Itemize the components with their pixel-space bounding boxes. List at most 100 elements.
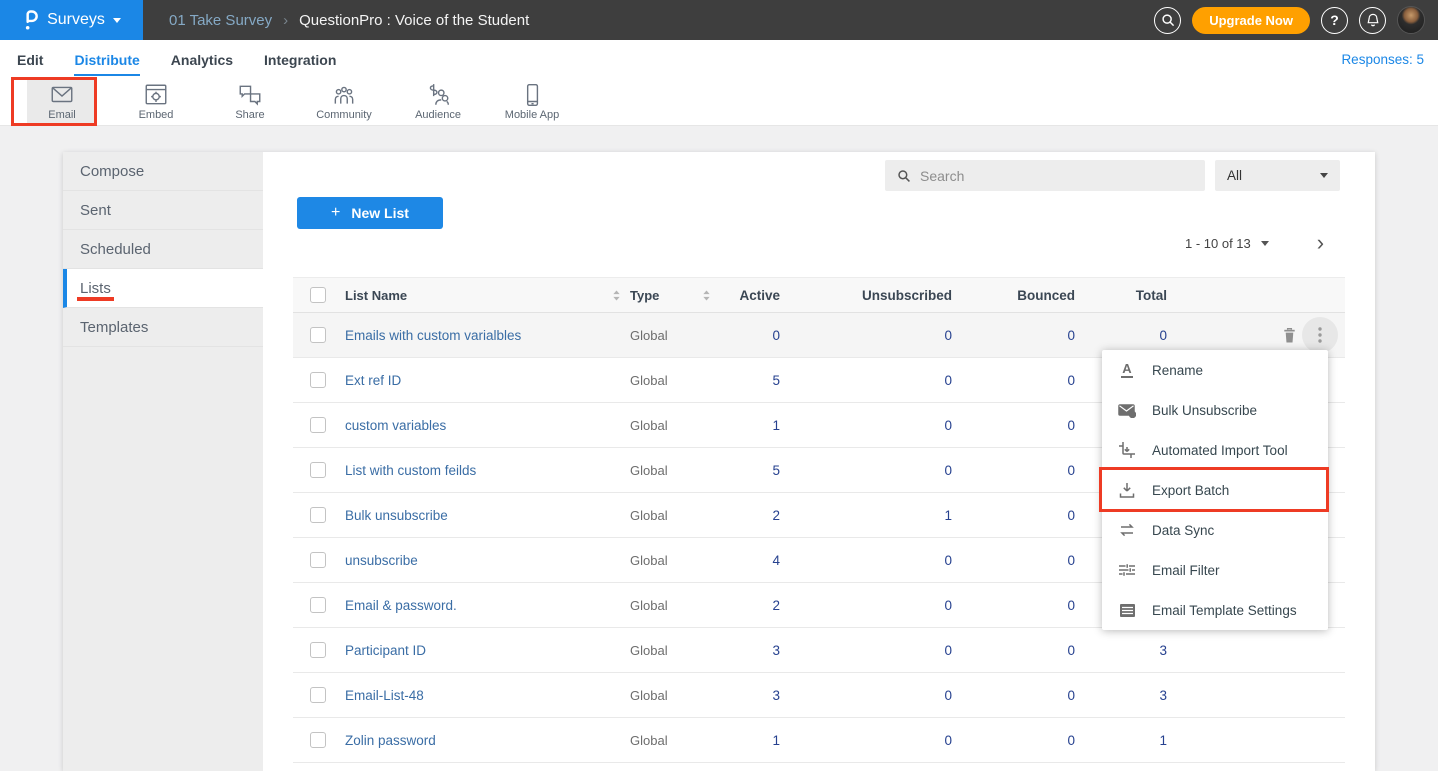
unsubscribed-count[interactable]: 0 <box>793 463 965 478</box>
sort-icon[interactable] <box>702 289 711 302</box>
tab-integration[interactable]: Integration <box>264 42 336 76</box>
pagination-dropdown-icon[interactable] <box>1261 241 1269 246</box>
list-name-link[interactable]: unsubscribe <box>345 553 630 568</box>
breadcrumb-survey-link[interactable]: 01 Take Survey <box>169 12 272 29</box>
column-header-type[interactable]: Type <box>630 288 659 303</box>
row-checkbox[interactable] <box>310 597 326 613</box>
row-checkbox[interactable] <box>310 642 326 658</box>
column-header-bounced[interactable]: Bounced <box>965 288 1088 303</box>
pagination-range[interactable]: 1 - 10 of 13 <box>1185 236 1251 251</box>
bounced-count[interactable]: 0 <box>965 688 1088 703</box>
bounced-count[interactable]: 0 <box>965 508 1088 523</box>
list-name-link[interactable]: Bulk unsubscribe <box>345 508 630 523</box>
column-header-active[interactable]: Active <box>720 288 793 303</box>
responses-count[interactable]: Responses: 5 <box>1341 52 1438 67</box>
active-count[interactable]: 1 <box>720 733 793 748</box>
active-count[interactable]: 2 <box>720 598 793 613</box>
total-count[interactable]: 3 <box>1088 643 1180 658</box>
unsubscribed-count[interactable]: 0 <box>793 643 965 658</box>
row-checkbox[interactable] <box>310 372 326 388</box>
tool-share[interactable]: Share <box>215 78 285 125</box>
row-checkbox[interactable] <box>310 687 326 703</box>
list-name-link[interactable]: custom variables <box>345 418 630 433</box>
upgrade-now-button[interactable]: Upgrade Now <box>1192 7 1310 34</box>
row-checkbox[interactable] <box>310 417 326 433</box>
unsubscribed-count[interactable]: 0 <box>793 328 965 343</box>
list-name-link[interactable]: Ext ref ID <box>345 373 630 388</box>
surveys-menu[interactable]: Surveys <box>0 0 143 40</box>
unsubscribed-count[interactable]: 0 <box>793 418 965 433</box>
list-name-link[interactable]: Emails with custom varialbles <box>345 328 630 343</box>
bounced-count[interactable]: 0 <box>965 598 1088 613</box>
sidebar-item-scheduled[interactable]: Scheduled <box>63 230 263 269</box>
total-count[interactable]: 1 <box>1088 733 1180 748</box>
new-list-button[interactable]: + New List <box>297 197 443 229</box>
tool-embed[interactable]: Embed <box>121 78 191 125</box>
tab-edit[interactable]: Edit <box>17 42 43 76</box>
bounced-count[interactable]: 0 <box>965 733 1088 748</box>
row-checkbox[interactable] <box>310 327 326 343</box>
unsubscribed-count[interactable]: 0 <box>793 553 965 568</box>
row-checkbox[interactable] <box>310 462 326 478</box>
active-count[interactable]: 2 <box>720 508 793 523</box>
active-count[interactable]: 3 <box>720 688 793 703</box>
unsubscribed-count[interactable]: 0 <box>793 733 965 748</box>
active-count[interactable]: 3 <box>720 643 793 658</box>
list-name-link[interactable]: List with custom feilds <box>345 463 630 478</box>
sidebar-item-compose[interactable]: Compose <box>63 152 263 191</box>
column-header-total[interactable]: Total <box>1088 288 1180 303</box>
menu-item-rename[interactable]: A Rename <box>1102 350 1328 390</box>
help-icon[interactable]: ? <box>1321 7 1348 34</box>
sidebar-item-templates[interactable]: Templates <box>63 308 263 347</box>
menu-item-automated-import-tool[interactable]: Automated Import Tool <box>1102 430 1328 470</box>
active-count[interactable]: 5 <box>720 463 793 478</box>
bounced-count[interactable]: 0 <box>965 463 1088 478</box>
list-name-link[interactable]: Participant ID <box>345 643 630 658</box>
row-checkbox[interactable] <box>310 732 326 748</box>
list-filter-dropdown[interactable]: All <box>1215 160 1340 191</box>
bounced-count[interactable]: 0 <box>965 418 1088 433</box>
user-avatar[interactable] <box>1397 6 1425 34</box>
delete-list-icon[interactable] <box>1281 326 1298 344</box>
list-name-link[interactable]: Email & password. <box>345 598 630 613</box>
select-all-checkbox[interactable] <box>310 287 326 303</box>
sidebar-item-sent[interactable]: Sent <box>63 191 263 230</box>
menu-item-email-filter[interactable]: Email Filter <box>1102 550 1328 590</box>
sidebar-item-lists[interactable]: Lists <box>63 269 263 308</box>
list-search-input[interactable] <box>920 168 1193 184</box>
active-count[interactable]: 4 <box>720 553 793 568</box>
total-count[interactable]: 3 <box>1088 688 1180 703</box>
tool-community[interactable]: Community <box>309 78 379 125</box>
unsubscribed-count[interactable]: 0 <box>793 688 965 703</box>
bounced-count[interactable]: 0 <box>965 328 1088 343</box>
next-page-icon[interactable]: › <box>1317 234 1324 252</box>
column-header-list-name[interactable]: List Name <box>345 288 407 303</box>
notifications-bell-icon[interactable] <box>1359 7 1386 34</box>
unsubscribed-count[interactable]: 0 <box>793 373 965 388</box>
row-checkbox[interactable] <box>310 552 326 568</box>
unsubscribed-count[interactable]: 0 <box>793 598 965 613</box>
menu-item-email-template-settings[interactable]: Email Template Settings <box>1102 590 1328 630</box>
bounced-count[interactable]: 0 <box>965 643 1088 658</box>
tool-audience[interactable]: Audience <box>403 78 473 125</box>
menu-item-data-sync[interactable]: Data Sync <box>1102 510 1328 550</box>
menu-item-bulk-unsubscribe[interactable]: Bulk Unsubscribe <box>1102 390 1328 430</box>
active-count[interactable]: 5 <box>720 373 793 388</box>
bounced-count[interactable]: 0 <box>965 553 1088 568</box>
list-name-link[interactable]: Email-List-48 <box>345 688 630 703</box>
active-count[interactable]: 0 <box>720 328 793 343</box>
total-count[interactable]: 0 <box>1088 328 1180 343</box>
row-menu-button[interactable] <box>1302 317 1338 353</box>
tab-analytics[interactable]: Analytics <box>171 42 233 76</box>
search-icon[interactable] <box>1154 7 1181 34</box>
column-header-unsubscribed[interactable]: Unsubscribed <box>793 288 965 303</box>
list-name-link[interactable]: Zolin password <box>345 733 630 748</box>
tab-distribute[interactable]: Distribute <box>74 42 139 76</box>
tool-email[interactable]: Email <box>27 78 97 125</box>
active-count[interactable]: 1 <box>720 418 793 433</box>
menu-item-export-batch[interactable]: Export Batch <box>1102 470 1328 510</box>
bounced-count[interactable]: 0 <box>965 373 1088 388</box>
sort-icon[interactable] <box>612 289 621 302</box>
unsubscribed-count[interactable]: 1 <box>793 508 965 523</box>
tool-mobile-app[interactable]: Mobile App <box>497 78 567 125</box>
